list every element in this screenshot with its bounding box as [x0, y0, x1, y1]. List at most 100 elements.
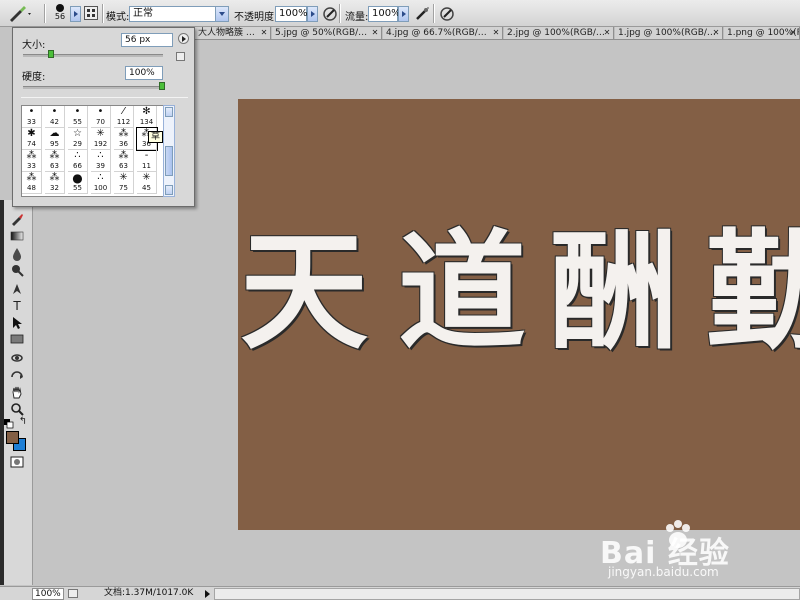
separator: [44, 4, 45, 23]
brush-tool-icon[interactable]: [8, 212, 26, 227]
brush-preset-cell[interactable]: ‐11: [137, 150, 157, 172]
brush-size-number: 45: [142, 184, 151, 192]
pen-tool-icon[interactable]: [8, 282, 26, 297]
brush-size-number: 11: [142, 162, 151, 170]
chevron-down-icon[interactable]: [215, 7, 228, 21]
3d-rotate-tool-icon[interactable]: [8, 351, 26, 366]
brush-preset-cell[interactable]: ⁂ 63: [45, 150, 65, 172]
close-icon[interactable]: ✕: [789, 29, 797, 37]
tab-document-3[interactable]: 4.jpg @ 66.7%(RGB/… ✕: [383, 27, 503, 39]
document-canvas[interactable]: 天 道 酬 勤: [238, 99, 800, 530]
brush-preset-cell[interactable]: ● 55: [68, 172, 88, 194]
brush-size-number: 42: [50, 118, 59, 126]
brush-preset-cell[interactable]: ✳ 192: [91, 128, 111, 150]
size-field[interactable]: 56 px: [121, 33, 173, 47]
brush-tooltip: 草: [148, 131, 164, 143]
tab-document-4[interactable]: 2.jpg @ 100%(RGB/… ✕: [504, 27, 614, 39]
brush-preset-cell[interactable]: ⁂ 32: [45, 172, 65, 194]
dots-brush-icon: ∴: [97, 172, 104, 183]
save-preset-icon[interactable]: [176, 52, 185, 61]
tab-document-5[interactable]: 1.jpg @ 100%(RGB/… ✕: [615, 27, 723, 39]
hardness-slider-track[interactable]: [23, 86, 165, 89]
brush-preset-grid: • 33 • 42 • 55 • 70 ⁄ 112 ✻ 134 ✱ 74 ☁ 95 ☆ 29 ✳ 192 ⁂ 36 ⁂ 36 ⁂…: [21, 105, 171, 197]
gradient-tool-icon[interactable]: [8, 230, 26, 245]
close-icon[interactable]: ✕: [603, 29, 611, 37]
close-icon[interactable]: ✕: [260, 29, 268, 37]
close-icon[interactable]: ✕: [371, 29, 379, 37]
blur-tool-icon[interactable]: [8, 247, 26, 262]
brush-preset-cell[interactable]: ⁂ 63: [114, 150, 134, 172]
brush-preset-cell[interactable]: ⁂ 33: [22, 150, 42, 172]
3d-orbit-tool-icon[interactable]: [8, 368, 26, 383]
type-tool-icon[interactable]: T: [8, 299, 26, 314]
dodge-tool-icon[interactable]: [8, 263, 26, 278]
close-icon[interactable]: ✕: [492, 29, 500, 37]
close-icon[interactable]: ✕: [712, 29, 720, 37]
pressure-opacity-icon[interactable]: [322, 6, 338, 22]
tab-document-6[interactable]: 1.png @ 100%(RGB/… ✕: [724, 27, 800, 39]
opacity-field[interactable]: 100%: [275, 6, 308, 22]
brush-preset-cell[interactable]: ☁ 95: [45, 128, 65, 150]
stroke-brush-icon: ⁄: [122, 106, 125, 117]
brush-preset-cell[interactable]: ✳ 45: [137, 172, 157, 194]
brush-preview-icon[interactable]: 56: [52, 2, 68, 26]
brush-preset-cell[interactable]: ✱ 74: [22, 128, 42, 150]
circle-brush-icon: ●: [72, 172, 83, 185]
swap-colors-icon[interactable]: ↰: [18, 416, 28, 428]
brush-preset-cell[interactable]: ⁂ 48: [22, 172, 42, 194]
flow-value: 100%: [372, 8, 401, 19]
brush-preset-cell[interactable]: ∴ 66: [68, 150, 88, 172]
brush-grid-scrollbar[interactable]: [163, 105, 175, 197]
size-slider-handle[interactable]: [48, 50, 54, 58]
brush-preset-cell[interactable]: • 33: [22, 106, 42, 128]
mode-select[interactable]: 正常: [129, 6, 229, 22]
scroll-down-button[interactable]: [165, 185, 173, 195]
size-value: 56 px: [125, 35, 151, 45]
hardness-field[interactable]: 100%: [125, 66, 163, 80]
scroll-up-button[interactable]: [165, 107, 173, 117]
brush-picker-dropdown-button[interactable]: [70, 6, 81, 22]
hardness-slider-handle[interactable]: [159, 82, 165, 90]
pressure-size-icon[interactable]: [439, 6, 455, 22]
brush-preset-picker: 大小: 56 px 硬度: 100% • 33 • 42 • 55 • 70 ⁄ 112 ✻ 134 ✱…: [12, 27, 195, 207]
brush-size-number: 55: [73, 184, 82, 192]
scroll-thumb[interactable]: [165, 146, 173, 176]
opacity-slider-button[interactable]: [307, 6, 318, 22]
quick-mask-icon[interactable]: [8, 456, 26, 471]
status-menu-icon[interactable]: [68, 589, 78, 598]
spark-brush-icon: ✳: [119, 172, 128, 183]
status-flyout-icon[interactable]: [205, 590, 210, 598]
hand-tool-icon[interactable]: [8, 385, 26, 400]
size-slider-track[interactable]: [23, 54, 163, 57]
brush-preset-cell[interactable]: ∴ 39: [91, 150, 111, 172]
brush-panel-toggle-icon[interactable]: [84, 6, 98, 20]
default-colors-icon[interactable]: [4, 418, 14, 429]
brush-preset-cell[interactable]: ☆ 29: [68, 128, 88, 150]
tab-document-1[interactable]: 大人物略簇 … ✕: [195, 27, 271, 39]
rectangle-tool-icon[interactable]: [8, 333, 26, 348]
brush-preset-cell[interactable]: ✻ 134: [137, 106, 157, 128]
brush-preset-cell[interactable]: • 70: [91, 106, 111, 128]
brush-preset-cell[interactable]: • 55: [68, 106, 88, 128]
brush-preset-cell[interactable]: ⁂ 36: [114, 128, 134, 150]
brush-preset-cell[interactable]: ∴ 100: [91, 172, 111, 194]
brush-preset-cell[interactable]: • 42: [45, 106, 65, 128]
brush-preset-cell[interactable]: ⁄ 112: [114, 106, 134, 128]
flow-field[interactable]: 100%: [368, 6, 401, 22]
flow-slider-button[interactable]: [398, 6, 409, 22]
cluster-brush-icon: ⁂: [118, 150, 129, 161]
zoom-tool-icon[interactable]: [8, 402, 26, 417]
brush-tool-preset-icon[interactable]: [6, 5, 32, 23]
path-selection-tool-icon[interactable]: [8, 316, 26, 331]
foreground-color-swatch[interactable]: [6, 431, 19, 444]
brush-size-number: 134: [139, 118, 154, 126]
brush-size-number: 70: [96, 118, 105, 126]
brush-size-number: 32: [50, 184, 59, 192]
zoom-field[interactable]: 100%: [32, 588, 64, 600]
tab-document-2[interactable]: 5.jpg @ 50%(RGB/… ✕: [272, 27, 382, 39]
brush-preset-cell[interactable]: ✳ 75: [114, 172, 134, 194]
toolbox-edge: [0, 200, 4, 585]
panel-menu-icon[interactable]: [178, 33, 189, 44]
airbrush-icon[interactable]: [414, 6, 430, 22]
flow-label: 流量:: [345, 12, 369, 23]
